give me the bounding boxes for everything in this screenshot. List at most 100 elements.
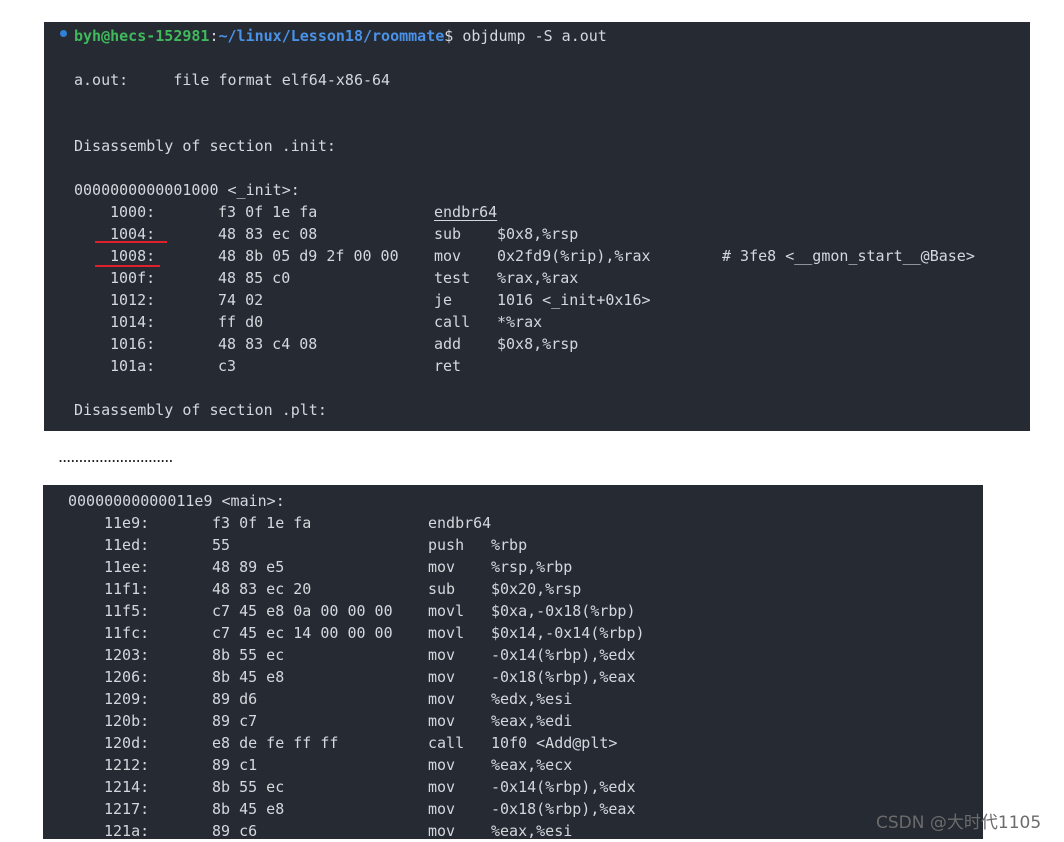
instruction-mnemonic: mov	[428, 756, 456, 774]
instruction-mnemonic: movl	[428, 602, 465, 620]
instruction-bytes: 74 02	[218, 291, 264, 309]
instruction-address: 11ee:	[104, 558, 150, 576]
instruction-bytes: 48 83 ec 08	[218, 225, 318, 243]
annotation-underline-1004	[95, 241, 167, 243]
instruction-operands: %eax,%edi	[491, 712, 573, 730]
terminal-panel-top: byh@hecs-152981:~/linux/Lesson18/roommat…	[44, 22, 1030, 431]
instruction-operands: $0x8,%rsp	[497, 335, 579, 353]
instruction-bytes: c7 45 ec 14 00 00 00	[212, 624, 393, 642]
instruction-mnemonic: ret	[434, 357, 462, 375]
instruction-address: 11e9:	[104, 514, 150, 532]
instruction-operands: 10f0 <Add@plt>	[491, 734, 618, 752]
section-header-plt: Disassembly of section .plt:	[74, 401, 327, 419]
file-format-line: a.out: file format elf64-x86-64	[74, 71, 391, 89]
instruction-operands: 0x2fd9(%rip),%rax	[497, 247, 651, 265]
annotation-underline-1008	[95, 265, 160, 267]
prompt-line: byh@hecs-152981:~/linux/Lesson18/roommat…	[74, 25, 607, 47]
instruction-address: 101a:	[110, 357, 156, 375]
instruction-mnemonic: mov	[428, 778, 456, 796]
instruction-bytes: ff d0	[218, 313, 264, 331]
instruction-mnemonic: mov	[428, 712, 456, 730]
instruction-operands: %eax,%ecx	[491, 756, 573, 774]
instruction-address: 1008:	[110, 247, 156, 265]
instruction-mnemonic: mov	[434, 247, 462, 265]
prompt-path: ~/linux/Lesson18/roommate	[218, 27, 445, 45]
instruction-bytes: 48 8b 05 d9 2f 00 00	[218, 247, 399, 265]
instruction-bytes: 89 c1	[212, 756, 258, 774]
instruction-bytes: 48 83 c4 08	[218, 335, 318, 353]
instruction-operands: *%rax	[497, 313, 543, 331]
instruction-address: 1012:	[110, 291, 156, 309]
instruction-address: 1212:	[104, 756, 150, 774]
instruction-operands: 1016 <_init+0x16>	[497, 291, 651, 309]
instruction-bytes: 8b 55 ec	[212, 646, 285, 664]
instruction-address: 11ed:	[104, 536, 150, 554]
instruction-operands: -0x18(%rbp),%eax	[491, 668, 636, 686]
prompt-colon: :	[209, 27, 219, 45]
instruction-address: 11f5:	[104, 602, 150, 620]
instruction-mnemonic: mov	[428, 646, 456, 664]
instruction-operands: -0x14(%rbp),%edx	[491, 778, 636, 796]
instruction-mnemonic: endbr64	[428, 514, 492, 532]
watermark: CSDN @大时代1105	[876, 813, 1042, 833]
instruction-bytes: 8b 45 e8	[212, 668, 285, 686]
prompt-command: objdump -S a.out	[462, 27, 607, 45]
instruction-bytes: c7 45 e8 0a 00 00 00	[212, 602, 393, 620]
instruction-mnemonic: push	[428, 536, 465, 554]
instruction-operands: $0xa,-0x18(%rbp)	[491, 602, 636, 620]
instruction-bytes: e8 de fe ff ff	[212, 734, 339, 752]
instruction-address: 1000:	[110, 203, 156, 221]
symbol-label-init: 0000000000001000 <_init>:	[74, 181, 300, 199]
instruction-operands: %rax,%rax	[497, 269, 579, 287]
instruction-bytes: 89 d6	[212, 690, 258, 708]
instruction-address: 120d:	[104, 734, 150, 752]
instruction-mnemonic: call	[434, 313, 471, 331]
instruction-bytes: 48 89 e5	[212, 558, 285, 576]
instruction-address: 1209:	[104, 690, 150, 708]
instruction-bytes: f3 0f 1e fa	[218, 203, 318, 221]
instruction-bytes: c3	[218, 357, 237, 375]
instruction-mnemonic: call	[428, 734, 465, 752]
instruction-address: 1206:	[104, 668, 150, 686]
instruction-bytes: 48 83 ec 20	[212, 580, 312, 598]
instruction-address: 1016:	[110, 335, 156, 353]
instruction-operands: %edx,%esi	[491, 690, 573, 708]
instruction-address: 1203:	[104, 646, 150, 664]
instruction-operands: $0x14,-0x14(%rbp)	[491, 624, 645, 642]
instruction-operands: -0x18(%rbp),%eax	[491, 800, 636, 818]
instruction-address: 120b:	[104, 712, 150, 730]
instruction-mnemonic: sub	[428, 580, 456, 598]
section-header-init: Disassembly of section .init:	[74, 137, 336, 155]
instruction-mnemonic: mov	[428, 690, 456, 708]
status-dot-icon	[60, 30, 67, 37]
instruction-bytes: f3 0f 1e fa	[212, 514, 312, 532]
instruction-address: 1214:	[104, 778, 150, 796]
instruction-mnemonic: test	[434, 269, 471, 287]
instruction-address: 100f:	[110, 269, 156, 287]
instruction-comment: # 3fe8 <__gmon_start__@Base>	[722, 247, 975, 265]
instruction-mnemonic: mov	[428, 668, 456, 686]
instruction-mnemonic: movl	[428, 624, 465, 642]
instruction-operands: -0x14(%rbp),%edx	[491, 646, 636, 664]
instruction-address: 11fc:	[104, 624, 150, 642]
instruction-mnemonic: sub	[434, 225, 462, 243]
instruction-address: 11f1:	[104, 580, 150, 598]
prompt-dollar: $	[444, 27, 463, 45]
instruction-bytes: 8b 45 e8	[212, 800, 285, 818]
instruction-mnemonic: add	[434, 335, 462, 353]
instruction-mnemonic: mov	[428, 558, 456, 576]
symbol-label-main: 00000000000011e9 <main>:	[68, 492, 285, 510]
instruction-address: 1014:	[110, 313, 156, 331]
instruction-operands: $0x20,%rsp	[491, 580, 582, 598]
ellipsis-separator: ............................	[58, 447, 173, 466]
instruction-mnemonic: endbr64	[434, 203, 498, 221]
instruction-operands: %rbp	[491, 536, 528, 554]
terminal-panel-bottom: 00000000000011e9 <main>: 11e9: f3 0f 1e f…	[43, 485, 983, 840]
instruction-mnemonic: je	[434, 291, 453, 309]
instruction-mnemonic: mov	[428, 800, 456, 818]
instruction-operands: $0x8,%rsp	[497, 225, 579, 243]
instruction-address: 1217:	[104, 800, 150, 818]
instruction-operands: %rsp,%rbp	[491, 558, 573, 576]
instruction-bytes: 8b 55 ec	[212, 778, 285, 796]
instruction-bytes: 89 c7	[212, 712, 258, 730]
